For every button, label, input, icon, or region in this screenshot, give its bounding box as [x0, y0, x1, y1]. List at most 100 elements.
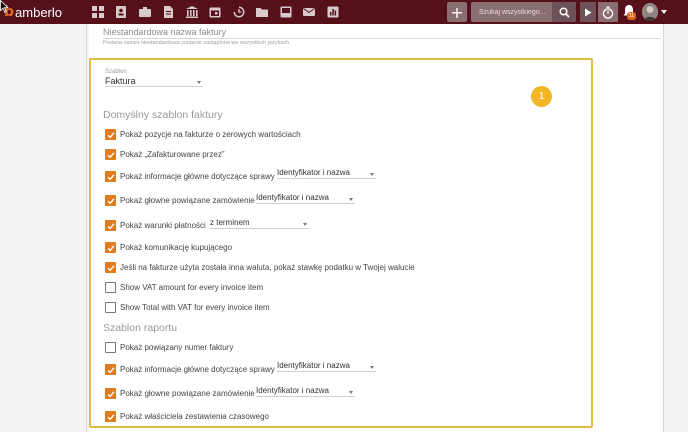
- report-option-timesheet-owner: Pokaż właściciela zestawienia czasowego: [105, 411, 269, 422]
- invoice-option-buyer-communication: Pokaż komunikację kupującego: [105, 242, 232, 253]
- select-value: Identyfikator i nazwa: [277, 361, 350, 370]
- option-label: Pokaż „Zafakturowane przez”: [120, 150, 225, 159]
- report-section-title: Szablon raportu: [103, 322, 178, 334]
- template-label: Szablon: [105, 69, 127, 75]
- checkbox[interactable]: [105, 262, 116, 273]
- report-option-matter-info: Pokaż informacje główne dotyczące sprawy: [105, 364, 275, 375]
- check-icon: [107, 131, 115, 138]
- report-matter-info-select[interactable]: Identyfikator i nazwa: [277, 361, 376, 372]
- custom-invoice-name-underline: [103, 38, 661, 39]
- select-value: Identyfikator i nazwa: [256, 386, 329, 395]
- option-label: Pokaż głowne powiązane zamówienie: [120, 389, 255, 398]
- contacts-icon[interactable]: [110, 3, 134, 21]
- checkbox[interactable]: [105, 129, 116, 140]
- report-option-invoice-number: Pokaż powiązany numer faktury: [105, 342, 233, 353]
- dashboard-icon[interactable]: [86, 3, 110, 21]
- select-value: Identyfikator i nazwa: [256, 193, 329, 202]
- option-label: Pokaż warunki płatności: [120, 221, 206, 230]
- checkbox[interactable]: [105, 364, 116, 375]
- reports-icon[interactable]: [321, 3, 345, 21]
- step-marker: 1: [531, 86, 552, 107]
- check-icon: [107, 197, 115, 204]
- template-select[interactable]: Faktura: [105, 76, 203, 87]
- timer-button[interactable]: [598, 2, 618, 22]
- custom-invoice-name-help: Podana nazwa niestandardowa zostanie zas…: [103, 40, 290, 46]
- option-label: Pokaż pozycje na fakturze o zerowych war…: [120, 130, 301, 139]
- notification-count-badge: 11: [627, 12, 636, 20]
- play-icon: [585, 8, 592, 16]
- chevron-down-icon: [349, 391, 353, 394]
- chevron-down-icon: [370, 366, 374, 369]
- checkbox[interactable]: [105, 149, 116, 160]
- option-label: Pokaż informacje główne dotyczące sprawy: [120, 172, 275, 181]
- matter-info-select[interactable]: Identyfikator i nazwa: [277, 168, 376, 179]
- chevron-down-icon[interactable]: [661, 10, 667, 14]
- option-label: Show Total with VAT for every invoice it…: [120, 303, 270, 312]
- check-icon: [107, 264, 115, 271]
- checkbox[interactable]: [105, 171, 116, 182]
- briefcase-icon[interactable]: [133, 3, 157, 21]
- option-label: Pokaż właściciela zestawienia czasowego: [120, 412, 269, 421]
- logo-text: amberlo: [15, 4, 62, 20]
- select-value: z terminem: [210, 218, 250, 227]
- main-navigation: [86, 3, 345, 21]
- checkbox[interactable]: [105, 302, 116, 313]
- report-option-related-order: Pokaż głowne powiązane zamówienie: [105, 388, 255, 399]
- check-icon: [107, 390, 115, 397]
- chevron-down-icon: [197, 81, 201, 84]
- chevron-down-icon: [303, 223, 307, 226]
- related-order-select[interactable]: Identyfikator i nazwa: [256, 193, 355, 204]
- invoice-option-zero-items: Pokaż pozycje na fakturze o zerowych war…: [105, 129, 301, 140]
- check-icon: [107, 173, 115, 180]
- search-input[interactable]: [471, 2, 551, 22]
- invoice-option-currency-tax: Jeśli na fakturze użyta została inna wal…: [105, 262, 415, 273]
- invoice-option-matter-info: Pokaż informacje główne dotyczące sprawy: [105, 171, 275, 182]
- select-value: Identyfikator i nazwa: [277, 168, 350, 177]
- document-icon[interactable]: [157, 3, 181, 21]
- option-label: Pokaż informacje główne dotyczące sprawy: [120, 365, 275, 374]
- checkbox[interactable]: [105, 220, 116, 231]
- calendar-icon[interactable]: [204, 3, 228, 21]
- invoice-option-invoiced-by: Pokaż „Zafakturowane przez”: [105, 149, 225, 160]
- checkbox[interactable]: [105, 411, 116, 422]
- stopwatch-icon: [602, 6, 614, 19]
- invoice-option-related-order: Pokaż głowne powiązane zamówienie: [105, 195, 255, 206]
- checkbox[interactable]: [105, 242, 116, 253]
- report-related-order-select[interactable]: Identyfikator i nazwa: [256, 386, 355, 397]
- checkbox[interactable]: [105, 388, 116, 399]
- template-select-value: Faktura: [105, 76, 136, 86]
- invoice-option-vat-amount: Show VAT amount for every invoice item: [105, 282, 263, 293]
- app-logo[interactable]: b amberlo: [4, 2, 62, 22]
- invoice-option-payment-terms: Pokaż warunki płatności: [105, 220, 206, 231]
- page-divider-left: [86, 24, 87, 432]
- chevron-down-icon: [349, 198, 353, 201]
- avatar[interactable]: [642, 3, 658, 21]
- checkbox[interactable]: [105, 195, 116, 206]
- global-search: [471, 2, 576, 22]
- option-label: Pokaż głowne powiązane zamówienie: [120, 196, 255, 205]
- user-avatar-image: [642, 3, 658, 21]
- inbox-icon[interactable]: [274, 3, 298, 21]
- mail-icon[interactable]: [298, 3, 322, 21]
- history-icon[interactable]: [227, 3, 251, 21]
- option-label: Show VAT amount for every invoice item: [120, 283, 264, 292]
- payment-terms-select[interactable]: z terminem: [210, 218, 309, 229]
- add-button[interactable]: +: [447, 2, 467, 22]
- check-icon: [107, 244, 115, 251]
- option-label: Pokaż komunikację kupującego: [120, 243, 233, 252]
- start-timer-button[interactable]: [580, 2, 596, 22]
- checkbox[interactable]: [105, 342, 116, 353]
- search-icon: [558, 6, 570, 18]
- option-label: Jeśli na fakturze użyta została inna wal…: [120, 263, 415, 272]
- bank-icon[interactable]: [180, 3, 204, 21]
- check-icon: [107, 151, 115, 158]
- search-button[interactable]: [552, 2, 576, 22]
- invoice-option-total-with-vat: Show Total with VAT for every invoice it…: [105, 302, 270, 313]
- page-divider-right: [663, 24, 664, 432]
- check-icon: [107, 413, 115, 420]
- custom-invoice-name-field[interactable]: Niestandardowa nazwa faktury: [103, 27, 226, 37]
- folder-icon[interactable]: [251, 3, 275, 21]
- checkbox[interactable]: [105, 282, 116, 293]
- option-label: Pokaż powiązany numer faktury: [120, 343, 234, 352]
- chevron-down-icon: [370, 173, 374, 176]
